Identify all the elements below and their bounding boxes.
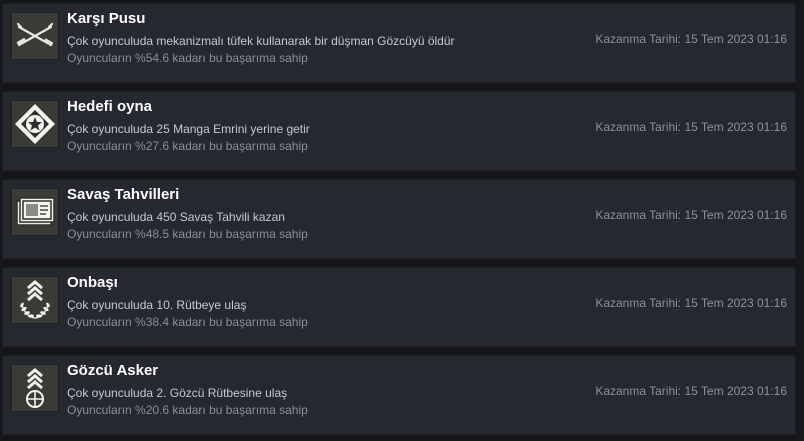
achievement-percent: Oyuncuların %20.6 kadarı bu başarıma sah… (67, 403, 308, 417)
achievement-row[interactable]: Savaş Tahvilleri Çok oyunculuda 450 Sava… (2, 179, 796, 259)
scout-rank-crosshair-icon (11, 364, 59, 412)
corporal-rank-icon (11, 276, 59, 324)
achievement-title: Savaş Tahvilleri (67, 186, 180, 203)
achievement-description: Çok oyunculuda 25 Manga Emrini yerine ge… (67, 122, 310, 136)
achievement-title: Karşı Pusu (67, 10, 146, 27)
achievement-title: Hedefi oyna (67, 98, 153, 115)
unlock-date: Kazanma Tarihi: 15 Tem 2023 01:16 (595, 384, 787, 398)
crossed-rifles-icon (11, 12, 59, 60)
unlock-date: Kazanma Tarihi: 15 Tem 2023 01:16 (595, 32, 787, 46)
war-bonds-icon (11, 188, 59, 236)
achievement-row[interactable]: Karşı Pusu Çok oyunculuda mekanizmalı tü… (2, 3, 796, 83)
achievement-description: Çok oyunculuda 10. Rütbeye ulaş (67, 298, 247, 312)
achievement-percent: Oyuncuların %54.6 kadarı bu başarıma sah… (67, 51, 308, 65)
unlock-date: Kazanma Tarihi: 15 Tem 2023 01:16 (595, 208, 787, 222)
achievement-description: Çok oyunculuda mekanizmalı tüfek kullana… (67, 34, 455, 48)
achievement-row[interactable]: Gözcü Asker Çok oyunculuda 2. Gözcü Rütb… (2, 355, 796, 435)
achievement-description: Çok oyunculuda 2. Gözcü Rütbesine ulaş (67, 386, 288, 400)
achievement-row[interactable]: Hedefi oyna Çok oyunculuda 25 Manga Emri… (2, 91, 796, 171)
achievement-description: Çok oyunculuda 450 Savaş Tahvili kazan (67, 210, 285, 224)
objective-star-diamond-icon (11, 100, 59, 148)
achievement-title: Onbaşı (67, 274, 118, 291)
achievement-percent: Oyuncuların %27.6 kadarı bu başarıma sah… (67, 139, 308, 153)
achievement-list: Karşı Pusu Çok oyunculuda mekanizmalı tü… (0, 0, 804, 441)
achievement-row[interactable]: Onbaşı Çok oyunculuda 10. Rütbeye ulaş O… (2, 267, 796, 347)
achievement-percent: Oyuncuların %38.4 kadarı bu başarıma sah… (67, 315, 308, 329)
unlock-date: Kazanma Tarihi: 15 Tem 2023 01:16 (595, 120, 787, 134)
achievement-title: Gözcü Asker (67, 362, 159, 379)
achievement-percent: Oyuncuların %48.5 kadarı bu başarıma sah… (67, 227, 308, 241)
unlock-date: Kazanma Tarihi: 15 Tem 2023 01:16 (595, 296, 787, 310)
